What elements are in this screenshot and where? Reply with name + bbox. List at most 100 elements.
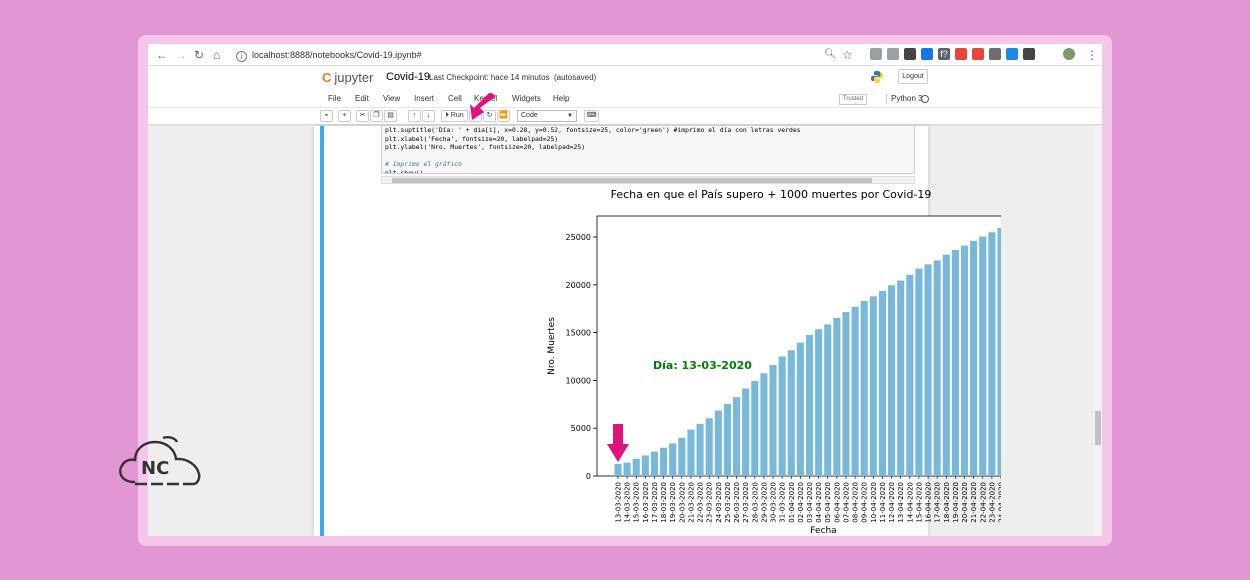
bar <box>906 274 914 476</box>
menu-cell[interactable]: Cell <box>448 94 462 103</box>
extension-icon-6[interactable] <box>955 48 967 60</box>
extension-icon-5[interactable]: f? <box>938 48 950 60</box>
x-tick-label: 27-03-2020 <box>742 482 750 523</box>
x-tick-label: 13-04-2020 <box>897 482 905 523</box>
bar <box>778 356 786 476</box>
browser-menu-icon[interactable]: ⋮ <box>1086 47 1098 63</box>
scrollbar-thumb[interactable] <box>392 178 872 183</box>
trusted-badge[interactable]: Trusted <box>839 94 867 105</box>
bar <box>732 397 741 476</box>
zoom-icon[interactable]: 🔍︎ <box>824 47 837 63</box>
page-scrollbar-thumb[interactable] <box>1095 411 1101 445</box>
back-button[interactable]: ← <box>156 47 168 63</box>
extension-icon-3[interactable] <box>904 48 916 60</box>
bar <box>824 324 832 476</box>
bar <box>751 380 759 476</box>
x-tick-label: 09-04-2020 <box>861 482 869 523</box>
menu-file[interactable]: File <box>328 94 341 103</box>
bar <box>915 268 923 476</box>
notebook-container: plt.suptitle('Día: ' + dia[i], x=0.28, y… <box>314 126 1001 536</box>
extension-icon-10[interactable] <box>1023 48 1035 60</box>
y-tick-label: 0 <box>586 472 591 481</box>
code-cell-input[interactable]: plt.suptitle('Día: ' + dia[i], x=0.28, y… <box>381 126 915 174</box>
cut-icon[interactable]: ✂ <box>356 110 369 122</box>
jupyter-logo[interactable]: Cjupyter <box>322 70 373 85</box>
extension-icon-8[interactable] <box>989 48 1001 60</box>
nc-badge-text: NC <box>141 458 169 479</box>
extension-icon-2[interactable] <box>887 48 899 60</box>
extension-icon-9[interactable] <box>1006 48 1018 60</box>
home-button[interactable]: ⌂ <box>213 47 220 63</box>
bar <box>860 301 868 476</box>
run-label: Run <box>450 112 464 119</box>
bar <box>805 335 814 476</box>
x-tick-label: 23-03-2020 <box>706 482 714 523</box>
bar <box>796 342 804 476</box>
x-tick-label: 18-03-2020 <box>660 482 668 523</box>
code-line: plt.ylabel('Nro. Muertes', fontsize=20, … <box>385 143 586 152</box>
extension-icon-1[interactable] <box>870 48 882 60</box>
page-vertical-scrollbar[interactable] <box>1094 126 1102 536</box>
code-horizontal-scrollbar[interactable] <box>381 176 915 184</box>
x-tick-label: 20-04-2020 <box>961 482 969 523</box>
bar <box>787 350 795 476</box>
x-tick-label: 04-04-2020 <box>815 482 823 523</box>
x-tick-label: 16-03-2020 <box>642 482 650 523</box>
logout-button[interactable]: Logout <box>898 69 928 84</box>
x-tick-label: 10-04-2020 <box>870 482 878 523</box>
notebook-name[interactable]: Covid-19 <box>386 71 430 83</box>
code-line: plt.xlabel('Fecha', fontsize=20, labelpa… <box>385 134 559 143</box>
chart-title: Fecha en que el País supero + 1000 muert… <box>611 188 932 201</box>
x-tick-label: 20-03-2020 <box>678 482 686 523</box>
x-tick-label: 31-03-2020 <box>779 482 787 523</box>
bookmark-star-icon[interactable]: ☆ <box>842 47 853 63</box>
notebook-area: plt.suptitle('Día: ' + dia[i], x=0.28, y… <box>148 126 1102 536</box>
checkpoint-status: Last Checkpoint: hace 14 minutos (autosa… <box>429 73 596 82</box>
x-tick-label: 06-04-2020 <box>833 482 841 523</box>
run-button[interactable]: ⏵ Run <box>441 110 468 122</box>
bar <box>687 429 695 476</box>
keyboard-icon[interactable]: ⌨ <box>584 110 599 122</box>
bar <box>951 249 959 476</box>
info-icon[interactable]: i <box>236 51 247 62</box>
menu-widgets[interactable]: Widgets <box>512 94 541 103</box>
reload-button[interactable]: ↻ <box>194 47 204 63</box>
extension-icon-7[interactable] <box>972 48 984 60</box>
menu-view[interactable]: View <box>383 94 400 103</box>
forward-button[interactable]: → <box>175 47 187 63</box>
menu-edit[interactable]: Edit <box>355 94 369 103</box>
browser-window: ← → ↻ ⌂ i localhost:8888/notebooks/Covid-… <box>148 44 1102 536</box>
cell-type-value: Code <box>521 112 538 119</box>
menu-help[interactable]: Help <box>553 94 569 103</box>
x-tick-label: 23-04-2020 <box>988 482 996 523</box>
x-axis-label: Fecha <box>810 526 836 536</box>
address-bar[interactable]: i localhost:8888/notebooks/Covid-19.ipynb… <box>236 47 856 63</box>
bar <box>897 280 905 476</box>
kernel-name[interactable]: Python 3 <box>886 94 923 103</box>
x-tick-label: 25-03-2020 <box>724 482 732 523</box>
x-tick-label: 16-04-2020 <box>925 482 933 523</box>
jupyter-logo-icon: C <box>322 70 332 85</box>
extension-icon-4[interactable] <box>921 48 933 60</box>
jupyter-toolbar: ▪ + ✂ ❐ ▤ ↑ ↓ ⏵ Run ■ ↻ ⏩ Code▼ ⌨ <box>148 108 1102 125</box>
save-button[interactable]: ▪ <box>320 110 333 122</box>
bar <box>623 462 631 476</box>
url-text: localhost:8888/notebooks/Covid-19.ipynb# <box>252 50 422 60</box>
move-down-icon[interactable]: ↓ <box>422 110 435 122</box>
x-tick-label: 08-04-2020 <box>852 482 860 523</box>
bar <box>979 236 987 476</box>
menu-insert[interactable]: Insert <box>414 94 434 103</box>
x-tick-label: 22-03-2020 <box>697 482 705 523</box>
bar <box>660 447 668 476</box>
move-up-icon[interactable]: ↑ <box>408 110 421 122</box>
paste-icon[interactable]: ▤ <box>384 110 397 122</box>
copy-icon[interactable]: ❐ <box>370 110 383 122</box>
jupyter-logo-text: jupyter <box>334 70 374 85</box>
profile-avatar[interactable] <box>1063 48 1075 60</box>
bar <box>933 260 941 476</box>
toolbar-pointer-arrow-icon <box>470 93 496 120</box>
insert-cell-button[interactable]: + <box>338 110 351 122</box>
bar <box>614 463 622 476</box>
cell-type-select[interactable]: Code ▼ <box>517 110 577 122</box>
